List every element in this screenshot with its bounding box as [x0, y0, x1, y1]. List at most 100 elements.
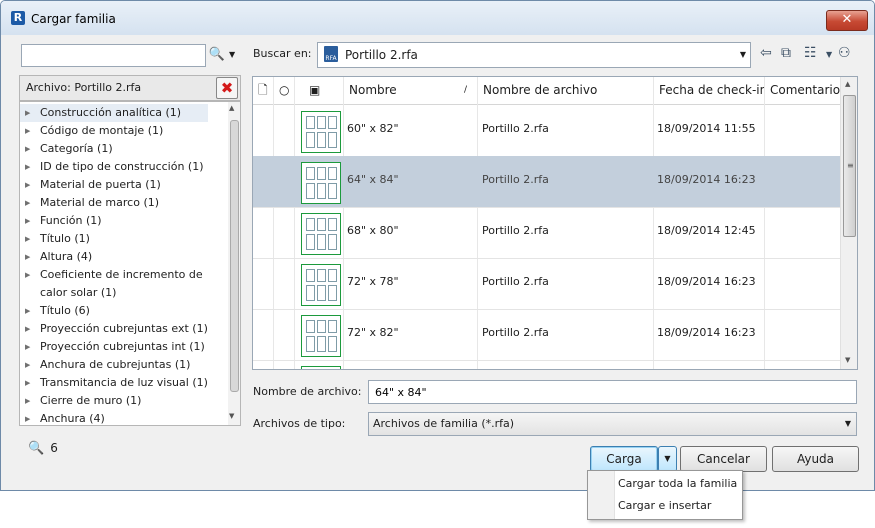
cell-date: 18/09/2014 12:45: [657, 224, 756, 237]
tree-item-continued[interactable]: calor solar (1): [20, 284, 228, 302]
tree-item[interactable]: ▶ Cierre de muro (1): [20, 392, 228, 410]
tree-scrollbar[interactable]: ▲ ▼: [228, 102, 240, 425]
column-header-status[interactable]: ○: [274, 77, 295, 105]
cell-filename: Portillo 2.rfa: [482, 173, 549, 186]
menu-item-load-entire-family[interactable]: Cargar toda la familia: [618, 473, 737, 495]
tree-scroll-thumb[interactable]: [230, 120, 239, 392]
back-icon[interactable]: ⇦: [760, 45, 772, 61]
column-header-comment[interactable]: Comentario: [765, 77, 841, 105]
menu-gutter: [588, 471, 615, 519]
column-header-filename[interactable]: Nombre de archivo: [478, 77, 654, 105]
tree-item[interactable]: ▶ Función (1): [20, 212, 228, 230]
expand-arrow-icon[interactable]: ▶: [25, 248, 30, 266]
tree-item[interactable]: ▶ Coeficiente de incremento de: [20, 266, 228, 284]
expand-arrow-icon[interactable]: ▶: [25, 392, 30, 410]
views-icon[interactable]: ☷: [804, 45, 817, 61]
tree-item[interactable]: ▶ Título (1): [20, 230, 228, 248]
tree-item[interactable]: ▶ Construcción analítica (1): [20, 104, 208, 122]
expand-arrow-icon[interactable]: ▶: [25, 194, 30, 212]
filetype-value: Archivos de familia (*.rfa): [373, 417, 515, 430]
expand-arrow-icon[interactable]: ▶: [25, 356, 30, 374]
scroll-down-arrow-icon[interactable]: ▼: [845, 356, 850, 364]
cell-date: 18/09/2014 16:23: [657, 275, 756, 288]
tree-item[interactable]: ▶ Categoría (1): [20, 140, 228, 158]
cancel-button[interactable]: Cancelar: [680, 446, 767, 472]
filename-input[interactable]: [373, 381, 847, 403]
up-folder-icon[interactable]: ⧉: [781, 45, 791, 61]
expand-arrow-icon[interactable]: ▶: [25, 338, 30, 356]
cell-filename: Portillo 2.rfa: [482, 275, 549, 288]
search-input[interactable]: [21, 44, 206, 67]
grid-scroll-thumb[interactable]: ≡: [843, 95, 856, 237]
expand-arrow-icon[interactable]: ▶: [25, 158, 30, 176]
menu-item-load-and-insert[interactable]: Cargar e insertar: [618, 495, 711, 517]
filename-field[interactable]: [368, 380, 857, 404]
expand-arrow-icon[interactable]: ▶: [25, 374, 30, 392]
cell-filename: Portillo 2.rfa: [482, 326, 549, 339]
search-icon[interactable]: 🔍: [206, 44, 228, 65]
grid-scrollbar[interactable]: ▲ ≡ ▼: [840, 77, 857, 369]
tree-item[interactable]: ▶ Proyección cubrejuntas ext (1): [20, 320, 228, 338]
tree-item[interactable]: ▶ Título (6): [20, 302, 228, 320]
scroll-up-arrow-icon[interactable]: ▲: [845, 80, 850, 88]
cell-name: 64" x 84": [347, 173, 399, 186]
expand-arrow-icon[interactable]: ▶: [25, 212, 30, 230]
chevron-down-icon[interactable]: ▼: [845, 419, 851, 428]
look-in-label: Buscar en:: [253, 47, 312, 60]
remove-filter-button[interactable]: ✖: [216, 77, 238, 99]
load-options-arrow-icon[interactable]: ▼: [658, 446, 677, 472]
family-types-grid: 🗋 ○ ▣ Nombre / Nombre de archivo Fecha de…: [252, 76, 858, 370]
tree-item[interactable]: ▶ Transmitancia de luz visual (1): [20, 374, 228, 392]
column-header-file-icon[interactable]: 🗋: [253, 77, 274, 105]
expand-arrow-icon[interactable]: ▶: [25, 122, 30, 140]
table-row[interactable]: 72" x 82" Portillo 2.rfa 18/09/2014 16:2…: [253, 309, 840, 361]
result-count: 🔍 6: [28, 441, 58, 456]
expand-arrow-icon[interactable]: ▶: [25, 176, 30, 194]
views-dropdown-icon[interactable]: ▼: [826, 50, 832, 59]
tree-item[interactable]: ▶ ID de tipo de construcción (1): [20, 158, 228, 176]
help-button[interactable]: Ayuda: [772, 446, 859, 472]
expand-arrow-icon[interactable]: ▶: [25, 104, 30, 122]
door-thumbnail: [301, 213, 341, 255]
scroll-down-arrow-icon[interactable]: ▼: [229, 412, 234, 420]
cell-name: 60" x 82": [347, 122, 399, 135]
cell-name: 72" x 82": [347, 326, 399, 339]
scroll-up-arrow-icon[interactable]: ▲: [229, 104, 234, 112]
expand-arrow-icon[interactable]: ▶: [25, 410, 30, 425]
tree-item[interactable]: ▶ Material de marco (1): [20, 194, 228, 212]
cell-name: 72" x 78": [347, 275, 399, 288]
expand-arrow-icon[interactable]: ▶: [25, 320, 30, 338]
tree-item[interactable]: ▶ Material de puerta (1): [20, 176, 228, 194]
door-thumbnail: [301, 162, 341, 204]
table-row[interactable]: 68" x 80" Portillo 2.rfa 18/09/2014 12:4…: [253, 207, 840, 259]
tree-item[interactable]: ▶ Proyección cubrejuntas int (1): [20, 338, 228, 356]
door-thumbnail: [301, 366, 341, 369]
column-header-preview[interactable]: ▣: [295, 77, 344, 105]
load-button[interactable]: Carga: [590, 446, 658, 472]
tree-item[interactable]: ▶ Anchura de cubrejuntas (1): [20, 356, 228, 374]
expand-arrow-icon[interactable]: ▶: [25, 230, 30, 248]
cell-name: 68" x 80": [347, 224, 399, 237]
chevron-down-icon[interactable]: ▼: [740, 50, 746, 59]
find-icon[interactable]: ⚇: [838, 45, 851, 61]
table-row[interactable]: 60" x 82" Portillo 2.rfa 18/09/2014 11:5…: [253, 105, 840, 157]
column-header-name[interactable]: Nombre /: [344, 77, 478, 105]
search-options-arrow-icon[interactable]: ▼: [229, 50, 235, 59]
tree-item[interactable]: ▶ Código de montaje (1): [20, 122, 228, 140]
expand-arrow-icon[interactable]: ▶: [25, 140, 30, 158]
column-header-date[interactable]: Fecha de check-in: [654, 77, 767, 105]
cell-date: 18/09/2014 16:23: [657, 173, 756, 186]
table-row-selected[interactable]: 64" x 84" Portillo 2.rfa 18/09/2014 16:2…: [253, 156, 840, 208]
title-bar: R Cargar familia ✕: [1, 1, 874, 35]
cell-filename: Portillo 2.rfa: [482, 224, 549, 237]
tree-item[interactable]: ▶ Altura (4): [20, 248, 228, 266]
filetype-dropdown[interactable]: Archivos de familia (*.rfa) ▼: [368, 412, 857, 436]
expand-arrow-icon[interactable]: ▶: [25, 302, 30, 320]
table-row[interactable]: 72" x 78" Portillo 2.rfa 18/09/2014 16:2…: [253, 258, 840, 310]
expand-arrow-icon[interactable]: ▶: [25, 266, 30, 284]
tree-item[interactable]: ▶ Anchura (4): [20, 410, 228, 425]
table-row-partial[interactable]: [253, 360, 840, 369]
load-family-dialog: R Cargar familia ✕ 🔍 ▼ Archivo: Portillo…: [0, 0, 875, 491]
look-in-dropdown[interactable]: RFA Portillo 2.rfa ▼: [317, 42, 751, 68]
close-button[interactable]: ✕: [826, 10, 868, 31]
